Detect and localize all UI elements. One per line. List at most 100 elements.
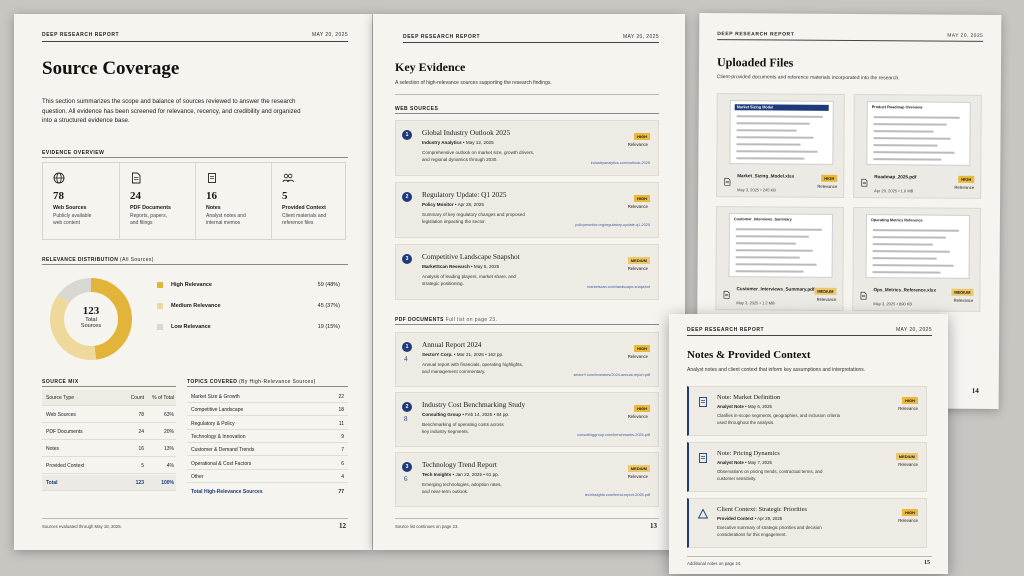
note-source: Analyst Note — [717, 404, 744, 409]
relevance-label: Relevance — [627, 142, 648, 147]
note-item[interactable]: Note: Market Definition Analyst Note • Ma… — [687, 386, 927, 436]
source-pages: 162 pp. — [487, 352, 504, 357]
table-cell: Web Sources — [46, 412, 76, 418]
source-date: May 5, 2025 — [473, 264, 500, 269]
topic-count: 9 — [341, 433, 344, 440]
file-thumbnail: Market Sizing Model — [729, 100, 834, 165]
table-row: Other 4 — [187, 470, 348, 483]
pdf-source-item[interactable]: 3 6 Technology Trend Report Tech Insights •… — [395, 452, 659, 507]
relevance-label: Relevance — [898, 518, 918, 523]
web-source-item[interactable]: 1 Global Industry Outlook 2025 Industry An… — [395, 120, 659, 176]
document-icon — [860, 178, 868, 191]
document-icon — [722, 290, 730, 303]
uploaded-file-card[interactable]: Market Sizing Model Market_Sizing_Model.x… — [716, 93, 845, 198]
topic-label: Competitive Landscape — [191, 407, 244, 414]
uploaded-file-card[interactable]: Customer_Interviews_Summary Customer_Inte… — [715, 206, 845, 311]
relevance-badge: MEDIUM — [627, 465, 650, 472]
source-desc: and near-term outlook. — [422, 489, 469, 494]
note-date: Apr 29, 2025 — [757, 516, 783, 521]
legend-label: High Relevance — [171, 282, 212, 288]
topic-count: 6 — [341, 460, 344, 467]
section-heading: PDF DOCUMENTS — [395, 317, 444, 323]
page-number: 14 — [971, 386, 979, 395]
uploaded-file-card[interactable]: Operating Metrics Reference Ops_Metrics_R… — [852, 207, 982, 312]
thumbnail-line — [736, 136, 814, 139]
table-row: Regulatory & Policy 11 — [187, 417, 348, 430]
report-date: MAY 20, 2025 — [895, 327, 932, 333]
page-ref: 4 — [404, 355, 408, 363]
overview-card: 78 Web Sources Publicly available web conte… — [43, 163, 119, 239]
relevance-badge: HIGH — [902, 509, 918, 516]
note-title: Client Context: Strategic Priorities — [717, 506, 808, 513]
relevance-badge: HIGH — [634, 133, 650, 140]
source-number: 3 — [402, 462, 412, 472]
source-name: Policy Monitor — [422, 202, 454, 207]
table-row: Total High-Relevance Sources 77 — [187, 485, 348, 499]
source-desc: and management commentary. — [422, 369, 486, 374]
document-icon — [859, 291, 867, 304]
note-desc: customer sensitivity. — [717, 476, 757, 481]
relevance-label: Relevance — [954, 184, 975, 190]
page-footer: Source list continues on page 23. — [395, 524, 459, 529]
table-row: Technology & Innovation 9 — [187, 430, 348, 443]
legend-label: Low Relevance — [171, 324, 211, 330]
note-desc: Observations on pricing trends, contract… — [717, 469, 823, 474]
section-subheading: (By High-Relevance Sources) — [239, 379, 316, 385]
thumbnail-line — [872, 243, 933, 246]
report-header: DEEP RESEARCH REPORT — [42, 32, 120, 38]
overview-card: 16 Notes Analyst notes and internal memos — [195, 163, 271, 239]
overview-count: 5 — [282, 190, 288, 202]
file-name: Market_Sizing_Model.xlsx — [737, 173, 795, 179]
thumbnail-line — [873, 151, 955, 154]
table-cell: Provided Context — [46, 463, 85, 469]
document-icon — [723, 177, 731, 190]
report-date: MAY 20, 2025 — [947, 32, 984, 39]
thumbnail-line — [872, 229, 959, 232]
thumbnail-line — [872, 236, 946, 239]
pdf-source-item[interactable]: 2 8 Industry Cost Benchmarking Study Consul… — [395, 392, 659, 447]
page-title: Key Evidence — [395, 60, 466, 74]
source-pages: 84 pp. — [496, 412, 510, 417]
section-heading: EVIDENCE OVERVIEW — [42, 150, 105, 156]
file-meta: May 3, 2025 • 245 KB — [737, 187, 776, 193]
note-item[interactable]: Client Context: Strategic Priorities Prov… — [687, 498, 927, 548]
report-header: DEEP RESEARCH REPORT — [687, 327, 765, 333]
legend-value: 59 (48%) — [317, 282, 340, 288]
source-desc: key industry segments. — [422, 429, 469, 434]
page-footer: Sources evaluated through May 18, 2025. — [42, 524, 122, 529]
source-name: MarketScan Research — [422, 264, 470, 269]
relevance-label: Relevance — [627, 414, 648, 419]
page-number: 13 — [650, 522, 657, 530]
uploaded-file-card[interactable]: Product Roadmap Overview Roadmap_2025.pdf… — [853, 94, 982, 199]
relevance-label: Relevance — [953, 297, 974, 303]
source-desc: Benchmarking of operating costs across — [422, 422, 504, 427]
table-row: Notes 16 13% — [42, 441, 176, 457]
legend-value: 45 (37%) — [317, 303, 340, 309]
source-title: Competitive Landscape Snapshot — [422, 252, 520, 261]
topic-count: 11 — [338, 420, 344, 427]
overview-desc: Reports, papers, — [130, 213, 167, 219]
source-url: marketscan.com/landscape-snapshot — [587, 285, 650, 289]
web-source-item[interactable]: 3 Competitive Landscape Snapshot MarketSca… — [395, 244, 659, 300]
thumbnail-line — [736, 157, 805, 160]
source-number: 1 — [402, 130, 412, 140]
note-item[interactable]: Note: Pricing Dynamics Analyst Note • May… — [687, 442, 927, 492]
page-number: 15 — [924, 560, 930, 566]
file-meta: May 3, 2025 • 890 KB — [873, 301, 913, 307]
source-title: Industry Cost Benchmarking Study — [422, 400, 526, 409]
page-ref: 6 — [404, 475, 408, 483]
overview-desc: Analyst notes and — [206, 213, 246, 219]
web-source-item[interactable]: 2 Regulatory Update: Q1 2025 Policy Monito… — [395, 182, 659, 238]
source-number: 2 — [402, 192, 412, 202]
topic-count: 18 — [338, 407, 344, 414]
file-meta: Apr 20, 2025 • 1.6 MB — [874, 188, 914, 194]
pdf-source-item[interactable]: 1 4 Annual Report 2024 SectorY Corp. • Mar … — [395, 332, 659, 387]
page-13: DEEP RESEARCH REPORT MAY 20, 2025 Key Ev… — [373, 14, 685, 550]
thumbnail-line — [872, 250, 950, 253]
note-icon — [697, 395, 709, 413]
overview-desc: internal memos — [206, 220, 241, 226]
people-icon — [282, 171, 294, 189]
relevance-label: Relevance — [627, 354, 648, 359]
relevance-label: Relevance — [898, 406, 918, 411]
globe-icon — [53, 171, 65, 189]
